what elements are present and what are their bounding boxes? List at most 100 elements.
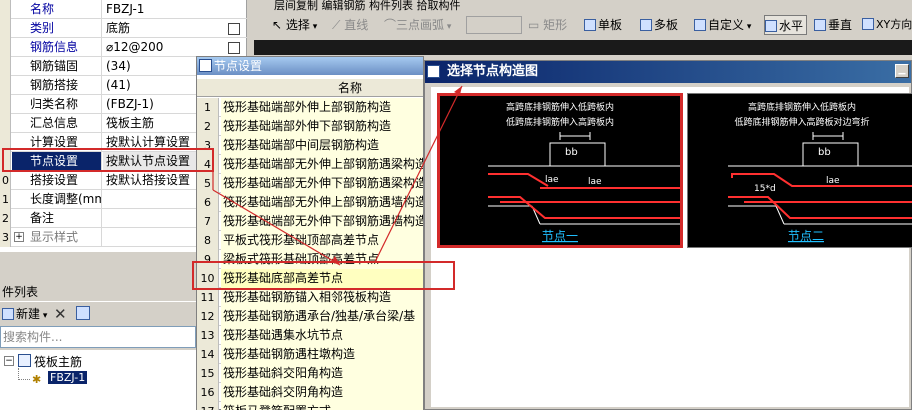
rect-label: 矩形 [543, 18, 568, 32]
node-row[interactable]: 3 筏形基础端部中间层钢筋构造 [197, 136, 423, 155]
property-name: 备注 [12, 209, 102, 228]
node-row[interactable]: 6 筏形基础端部无外伸上部钢筋遇墙构造 [197, 193, 423, 212]
node-row-number: 9 [197, 250, 219, 269]
multi-board-icon [640, 19, 652, 31]
property-name: 显示样式 [12, 228, 102, 247]
app-icon [427, 65, 440, 78]
search-input[interactable]: 搜索构件... [0, 326, 196, 348]
node-row-name: 筏形基础端部中间层钢筋构造 [221, 136, 423, 155]
select-dialog-titlebar[interactable]: 选择节点构造图 ▁ [425, 61, 911, 83]
property-value[interactable]: ⌀12@200 [103, 38, 223, 57]
delete-icon[interactable]: ✕ [54, 305, 67, 323]
vertical-button[interactable]: 垂直 [814, 15, 852, 35]
node-option-2[interactable]: 高跨底排钢筋伸入低跨板内 低跨底排钢筋伸入高跨板对边弯折 bb 15*d lae… [687, 93, 912, 248]
xy-direction-button[interactable]: XY方向 [862, 15, 912, 35]
single-board-label: 单板 [598, 18, 623, 32]
node-row-number: 8 [197, 231, 219, 250]
new-button[interactable]: 新建 ▾ [2, 305, 47, 323]
rect-button[interactable]: ▭ 矩形 [528, 15, 567, 35]
multi-board-button[interactable]: 多板 [640, 15, 678, 35]
expand-icon[interactable]: + [14, 232, 24, 242]
vertical-label: 垂直 [828, 18, 853, 32]
app-icon [199, 59, 212, 72]
node-row[interactable]: 2 筏形基础端部外伸下部钢筋构造 [197, 117, 423, 136]
chevron-down-icon: ▾ [40, 311, 48, 321]
node-dialog-titlebar[interactable]: 节点设置 [197, 57, 423, 75]
new-icon [2, 308, 14, 320]
row-number: 2 [0, 209, 11, 228]
chevron-down-icon: ▾ [744, 22, 752, 32]
node-row-name: 筏形基础端部无外伸下部钢筋遇梁构造 [221, 174, 423, 193]
component-tree: − 筏板主筋 ✱ FBZJ-1 [0, 350, 196, 410]
node-row[interactable]: 11 筏形基础钢筋锚入相邻筏板构造 [197, 288, 423, 307]
collapse-icon[interactable]: − [4, 356, 14, 366]
node-row-number: 4 [197, 155, 219, 174]
property-checkbox[interactable] [228, 42, 240, 54]
node-1-concrete-outline [488, 132, 680, 225]
line-icon: ⟋ [332, 18, 341, 32]
property-name: 节点设置 [12, 152, 102, 171]
single-board-button[interactable]: 单板 [584, 15, 622, 35]
node-row[interactable]: 4 筏形基础端部无外伸上部钢筋遇梁构造 [197, 155, 423, 174]
node-2-concrete-outline [728, 132, 912, 225]
node-row[interactable]: 16 筏形基础斜交阴角构造 [197, 383, 423, 402]
arc-button[interactable]: ⌒三点画弧 ▾ [384, 15, 451, 35]
property-value[interactable]: 底筋 [103, 19, 223, 38]
node-row[interactable]: 15 筏形基础斜交阳角构造 [197, 364, 423, 383]
horizontal-label: 水平 [779, 19, 804, 33]
copy-icon[interactable] [76, 306, 90, 320]
node-row-number: 11 [197, 288, 219, 307]
name-column-header: 名称 [197, 79, 423, 97]
property-row[interactable]: 名称 FBZJ-1 [0, 0, 247, 19]
node-row-number: 15 [197, 364, 219, 383]
node-row[interactable]: 14 筏形基础钢筋遇柱墩构造 [197, 345, 423, 364]
property-value[interactable]: FBZJ-1 [103, 0, 223, 19]
minimize-button[interactable]: ▁ [895, 64, 909, 78]
property-name: 钢筋搭接 [12, 76, 102, 95]
node-row[interactable]: 9 梁板式筏形基础顶部高差节点 [197, 250, 423, 269]
select-dialog-title: 选择节点构造图 [447, 64, 539, 79]
node-row-name: 筏板马凳筋配置方式 [221, 402, 423, 410]
node-row-name: 筏形基础端部外伸下部钢筋构造 [221, 117, 423, 136]
node-option-1[interactable]: 高跨底排钢筋伸入低跨板内 低跨底排钢筋伸入高跨板内 bb lae lae 节点一 [437, 93, 683, 248]
row-number [0, 95, 11, 114]
custom-button[interactable]: 自定义 ▾ [694, 15, 751, 35]
property-name: 归类名称 [12, 95, 102, 114]
node-row[interactable]: 5 筏形基础端部无外伸下部钢筋遇梁构造 [197, 174, 423, 193]
property-row[interactable]: 类别 底筋 [0, 19, 247, 38]
node-row[interactable]: 7 筏形基础端部无外伸下部钢筋遇墙构造 [197, 212, 423, 231]
property-checkbox[interactable] [228, 23, 240, 35]
node-row[interactable]: 10 筏形基础底部高差节点 [197, 269, 423, 288]
node-row[interactable]: 17筏板马凳筋配置方式 [197, 402, 423, 410]
row-number [0, 152, 11, 171]
select-button[interactable]: ↖ 选择 ▾ [272, 15, 317, 35]
node-2-bb-label: bb [818, 147, 831, 158]
row-number: 1 [0, 190, 11, 209]
line-button[interactable]: ⟋ 直线 [332, 15, 368, 35]
node-row-number: 2 [197, 117, 219, 136]
node-1-bb-label: bb [565, 147, 578, 158]
node-row-name: 筏形基础遇集水坑节点 [221, 326, 423, 345]
node-dialog-title: 节点设置 [214, 59, 263, 73]
row-number: 0 [0, 171, 11, 190]
node-2-caption: 节点二 [788, 229, 824, 243]
property-row[interactable]: 钢筋信息 ⌀12@200 [0, 38, 247, 57]
single-board-icon [584, 19, 596, 31]
shape-dropdown[interactable] [466, 16, 522, 34]
drawing-canvas[interactable] [254, 40, 912, 55]
tree-root-label[interactable]: 筏板主筋 [34, 353, 82, 370]
tree-child-label[interactable]: FBZJ-1 [48, 371, 88, 384]
node-row-number: 6 [197, 193, 219, 212]
node-setting-dialog: 节点设置 名称 1 筏形基础端部外伸上部钢筋构造 2 筏形基础端部外伸下部钢筋构造 3 筏… [196, 56, 424, 410]
node-1-lae-label-2: lae [588, 177, 602, 187]
node-row[interactable]: 8 平板式筏形基础顶部高差节点 [197, 231, 423, 250]
cursor-icon: ↖ [272, 18, 283, 32]
property-name: 搭接设置 [12, 171, 102, 190]
node-1-lae-label-1: lae [545, 175, 559, 185]
custom-label: 自定义 [708, 18, 745, 32]
node-row[interactable]: 12 筏形基础钢筋遇承台/独基/承台梁/基 [197, 307, 423, 326]
node-row-number: 16 [197, 383, 219, 402]
node-row[interactable]: 1 筏形基础端部外伸上部钢筋构造 [197, 98, 423, 117]
node-row[interactable]: 13 筏形基础遇集水坑节点 [197, 326, 423, 345]
horizontal-button[interactable]: 水平 [764, 15, 808, 35]
